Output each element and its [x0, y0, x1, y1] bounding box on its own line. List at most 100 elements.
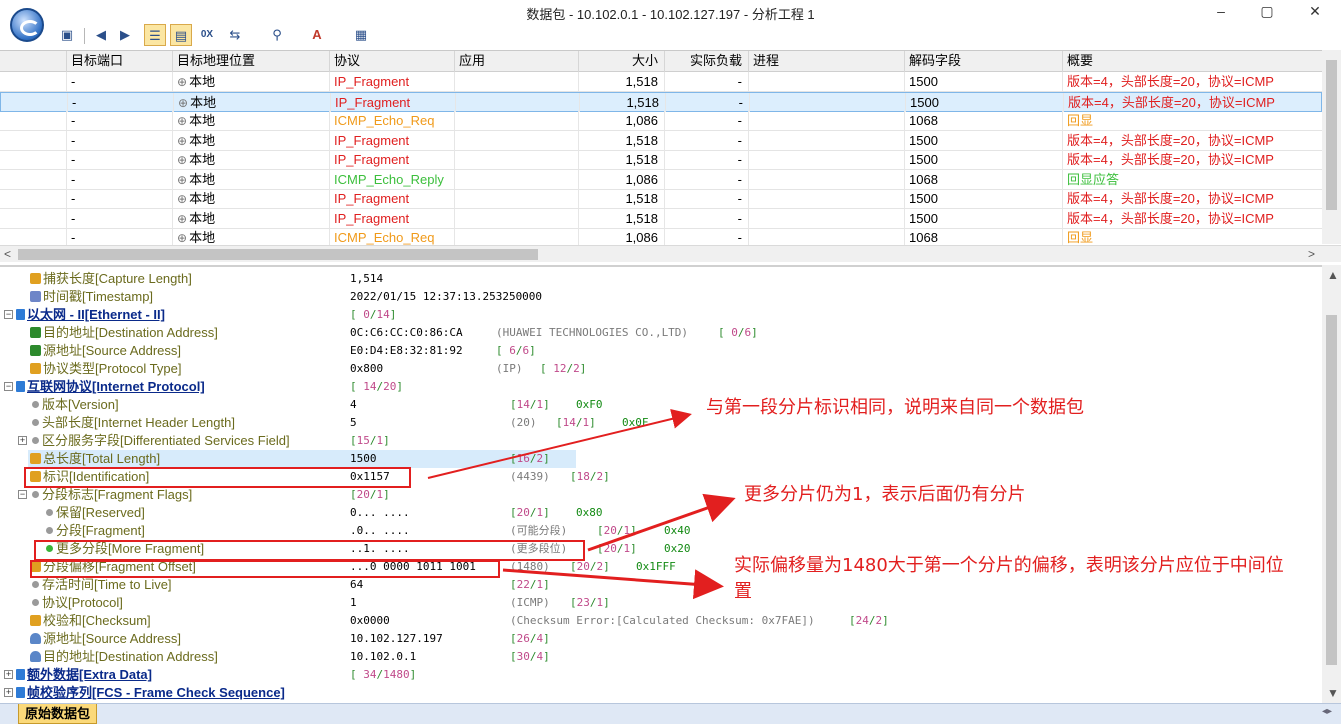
table-row[interactable]: - ⊕ 本地 ICMP_Echo_Req 1,086-1068 回显: [0, 111, 1322, 131]
bottom-tab-bar: 原始数据包 ◂▸: [0, 703, 1341, 724]
table-row[interactable]: - ⊕ 本地 IP_Fragment 1,518-1500 版本=4，头部长度=20，协议…: [0, 189, 1322, 209]
table-row[interactable]: - ⊕ 本地 ICMP_Echo_Reply 1,086-1068 回显应答: [0, 169, 1322, 190]
maximize-button[interactable]: ▢: [1244, 0, 1290, 24]
tree-row-timestamp[interactable]: 时间戳[Timestamp] 2022/01/15 12:37:13.25325…: [0, 288, 1322, 306]
collapse-icon[interactable]: −: [18, 490, 27, 499]
tree-row-dsf[interactable]: + 区分服务字段[Differentiated Services Field] …: [0, 432, 1322, 450]
range-length: 2: [596, 470, 604, 483]
tree-row-fcs[interactable]: + 帧校验序列[FCS - Frame Check Sequence]: [0, 684, 1322, 702]
column-header[interactable]: 应用: [454, 51, 578, 72]
scrollbar-thumb[interactable]: [18, 249, 538, 260]
decode-view-icon[interactable]: ☰: [144, 24, 166, 46]
bullet-icon: [32, 581, 39, 588]
cell-summary: 回显: [1062, 228, 1322, 245]
minimize-button[interactable]: –: [1198, 0, 1244, 24]
bullet-icon: [32, 401, 39, 408]
range-offset: 14: [562, 416, 576, 429]
scroll-left-icon[interactable]: <: [4, 246, 11, 262]
scrollbar-thumb[interactable]: [1326, 60, 1337, 210]
tree-row-reserved[interactable]: 保留[Reserved] 0... .... [20/1] 0x80: [0, 504, 1322, 522]
range-offset: 12: [553, 362, 567, 375]
field-mask: 0x20: [664, 542, 691, 555]
filter-icon[interactable]: ⚲: [266, 24, 288, 46]
range-offset: 20: [516, 506, 530, 519]
scroll-up-icon[interactable]: ▲: [1327, 267, 1339, 283]
cell-decode-field: 1500: [905, 92, 1063, 112]
annotation-note-identification: 与第一段分片标识相同，说明来自同一个数据包: [706, 397, 1084, 418]
tree-row-fragment-flags[interactable]: − 分段标志[Fragment Flags] [20/1]: [0, 486, 1322, 504]
table-row[interactable]: - ⊕ 本地 ICMP_Echo_Req 1,086-1068 回显: [0, 228, 1322, 245]
key-icon: [30, 273, 41, 284]
collapse-icon[interactable]: −: [4, 310, 13, 319]
globe-icon: ⊕: [177, 172, 188, 187]
hex-view-icon[interactable]: 0X: [196, 24, 218, 46]
cell-app: [454, 72, 578, 91]
column-header[interactable]: 大小: [578, 51, 664, 72]
field-label: 保留[Reserved]: [56, 505, 145, 520]
cell-geo: ⊕ 本地: [172, 189, 329, 208]
column-header[interactable]: 目标端口: [66, 51, 172, 72]
cell-summary: 版本=4，头部长度=20，协议=ICMP: [1062, 150, 1322, 169]
tree-row-eth-src[interactable]: 源地址[Source Address] E0:D4:E8:32:81:92 [ …: [0, 342, 1322, 360]
tree-row-ihl[interactable]: 头部长度[Internet Header Length] 5 (20) [14/…: [0, 414, 1322, 432]
tree-row-ip-src[interactable]: 源地址[Source Address] 10.102.127.197 [26/4…: [0, 630, 1322, 648]
field-view-icon[interactable]: ▤: [170, 24, 192, 46]
close-button[interactable]: ✕: [1292, 0, 1338, 24]
packet-list-vertical-scrollbar[interactable]: [1322, 50, 1341, 244]
network-icon: [16, 309, 25, 320]
tree-row-ip-dst[interactable]: 目的地址[Destination Address] 10.102.0.1 [30…: [0, 648, 1322, 666]
range-length: 2: [573, 362, 580, 375]
expand-icon[interactable]: +: [4, 670, 13, 679]
column-header[interactable]: 概要: [1062, 51, 1322, 72]
save-icon[interactable]: ▣: [56, 24, 78, 46]
tree-row-ip[interactable]: − 互联网协议[Internet Protocol] [ 14/20]: [0, 378, 1322, 396]
bullet-icon: [32, 491, 39, 498]
table-row[interactable]: - ⊕ 本地 IP_Fragment 1,518-1500 版本=4，头部长度=20，协议…: [0, 150, 1322, 170]
scrollbar-thumb[interactable]: [1326, 315, 1337, 665]
cell-size: 1,518: [578, 189, 664, 208]
table-row[interactable]: - ⊕ 本地 IP_Fragment 1,518-1500 版本=4，头部长度=20，协议…: [0, 72, 1322, 92]
tree-row-fragment[interactable]: 分段[Fragment] .0.. .... (可能分段) [20/1] 0x4…: [0, 522, 1322, 540]
tree-row-version[interactable]: 版本[Version] 4 [14/1] 0xF0: [0, 396, 1322, 414]
table-row[interactable]: - ⊕ 本地 IP_Fragment 1,518-1500 版本=4，头部长度=20，协议…: [0, 91, 1322, 112]
cell-process: [749, 92, 905, 112]
table-row[interactable]: - ⊕ 本地 IP_Fragment 1,518-1500 版本=4，头部长度=20，协议…: [0, 208, 1322, 229]
tree-row-total-length[interactable]: 总长度[Total Length] 1500 [16/2]: [0, 450, 1322, 468]
geo-label: 本地: [189, 113, 216, 128]
tree-row-ethernet[interactable]: − 以太网 - II[Ethernet - II] [ 0/14]: [0, 306, 1322, 324]
column-header[interactable]: 协议: [329, 51, 454, 72]
forward-arrow-icon[interactable]: ▶: [114, 24, 136, 46]
tree-row-eth-type[interactable]: 协议类型[Protocol Type] 0x800 (IP) [ 12/2]: [0, 360, 1322, 378]
export-icon[interactable]: ▦: [350, 24, 372, 46]
scroll-down-icon[interactable]: ▼: [1327, 685, 1339, 701]
back-arrow-icon[interactable]: ◀: [90, 24, 112, 46]
tree-row-checksum[interactable]: 校验和[Checksum] 0x0000 (Checksum Error:[Ca…: [0, 612, 1322, 630]
font-icon[interactable]: A: [306, 24, 328, 46]
tab-scroll-icon[interactable]: ◂▸: [1322, 706, 1332, 717]
tree-row-eth-dst[interactable]: 目的地址[Destination Address] 0C:C6:CC:C0:86…: [0, 324, 1322, 342]
collapse-icon[interactable]: −: [4, 382, 13, 391]
column-header[interactable]: 解码字段: [904, 51, 1062, 72]
table-row[interactable]: - ⊕ 本地 IP_Fragment 1,518-1500 版本=4，头部长度=20，协议…: [0, 130, 1322, 151]
packet-list-horizontal-scrollbar[interactable]: < >: [0, 245, 1341, 262]
expand-icon[interactable]: +: [18, 436, 27, 445]
tab-raw-packet[interactable]: 原始数据包: [18, 704, 98, 724]
column-header[interactable]: 实际负载: [664, 51, 748, 72]
globe-icon: ⊕: [177, 133, 188, 148]
ip-address-icon: [30, 633, 41, 644]
expand-icon[interactable]: +: [4, 688, 13, 697]
range-offset: 15: [356, 434, 370, 447]
scroll-right-icon[interactable]: >: [1308, 246, 1315, 262]
bullet-icon: [46, 509, 53, 516]
tree-row-capture-length[interactable]: 捕获长度[Capture Length] 1,514: [0, 270, 1322, 288]
column-header[interactable]: 目标地理位置: [172, 51, 329, 72]
decode-vertical-scrollbar[interactable]: ▲ ▼: [1322, 265, 1341, 703]
tree-row-extra-data[interactable]: + 额外数据[Extra Data] [ 34/1480]: [0, 666, 1322, 684]
cell-decode-field: 1500: [904, 150, 1062, 169]
ip-address-icon: [30, 651, 41, 662]
cell-summary: 版本=4，头部长度=20，协议=ICMP: [1062, 130, 1322, 150]
goto-packet-icon[interactable]: ⇆: [224, 24, 246, 46]
geo-label: 本地: [189, 230, 216, 245]
cell-dest-port: -: [66, 130, 172, 150]
column-header[interactable]: 进程: [748, 51, 904, 72]
